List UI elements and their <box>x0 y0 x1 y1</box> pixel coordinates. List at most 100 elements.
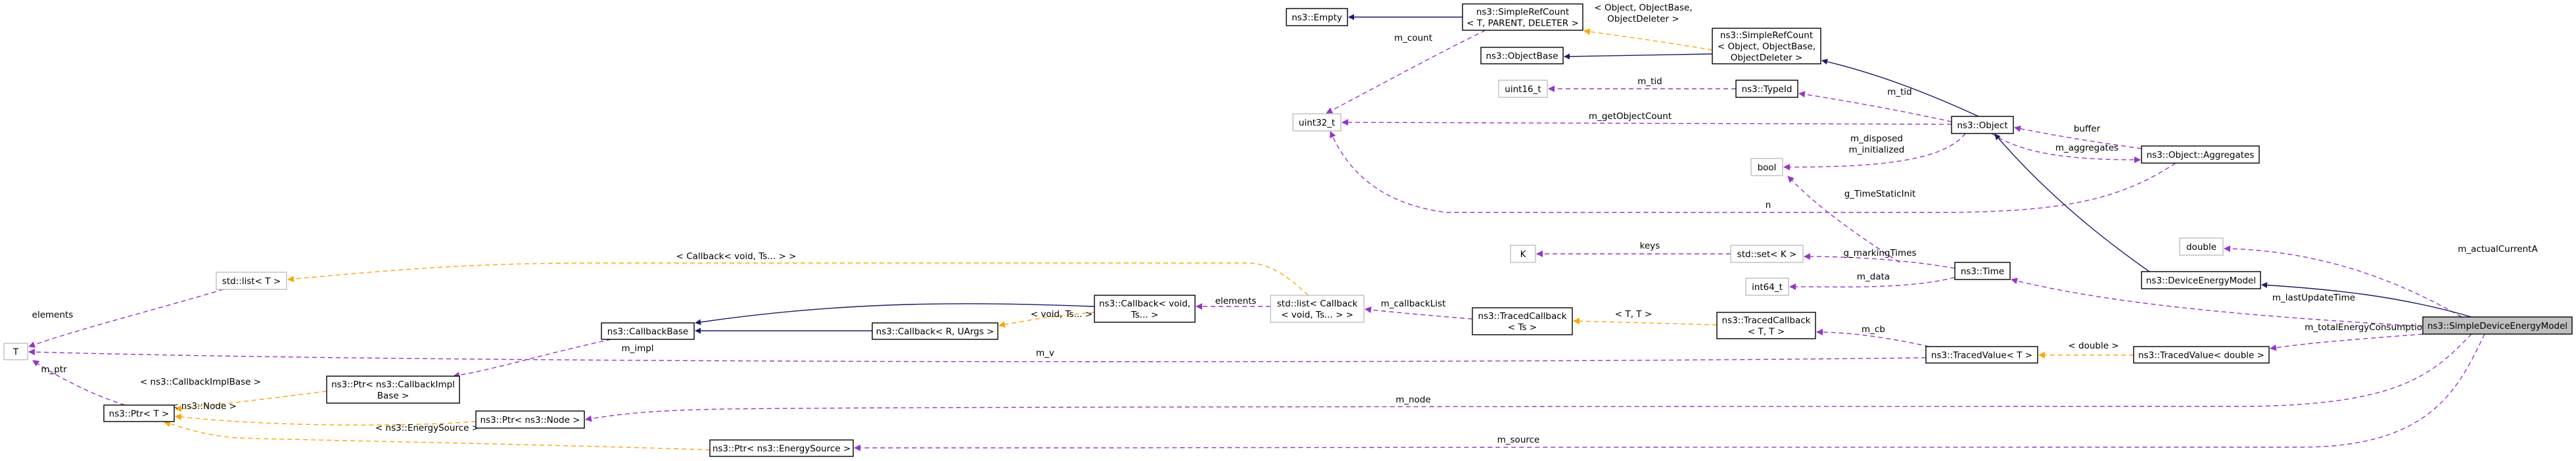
edge-label-line: g_TimeStaticInit <box>1844 189 1916 199</box>
class-node-ns3-simpledeviceenergymodel[interactable]: ns3::SimpleDeviceEnergyModel <box>2422 316 2573 335</box>
edge-label-line: m_source <box>1497 435 1540 445</box>
edge-label: m_lastUpdateTime <box>2272 293 2355 303</box>
class-node-ns3-callback-r-uargs[interactable]: ns3::Callback< R, UArgs > <box>872 322 998 340</box>
edge-label: m_cb <box>1862 324 1885 335</box>
node-label: ns3::DeviceEnergyModel <box>2146 276 2256 286</box>
node-label-line: std::list< Callback <box>1277 299 1358 309</box>
edge-label-line: m_node <box>1395 395 1431 405</box>
class-node-ns3-tracedcallback-t-t[interactable]: ns3::TracedCallback < T, T > <box>1716 312 1816 339</box>
node-label-line: Base > <box>377 391 409 401</box>
edge-label: m_disposed m_initialized <box>1849 133 1905 155</box>
class-node-ns3-callbackbase[interactable]: ns3::CallbackBase <box>601 322 695 340</box>
node-label: uint16_t <box>1505 84 1541 95</box>
class-node-ns3-tracedvalue-t[interactable]: ns3::TracedValue< T > <box>1925 346 2038 364</box>
node-label: bool <box>1758 162 1777 173</box>
edge-label: m_tid <box>1637 76 1662 87</box>
edge-label: m_data <box>1857 272 1890 282</box>
node-label: uint32_t <box>1299 118 1335 128</box>
node-label: ns3::SimpleRefCount < Object, ObjectBase,… <box>1718 30 1815 63</box>
node-label-line: ns3::Empty <box>1292 12 1342 23</box>
edge-label: m_getObjectCount <box>1589 111 1672 122</box>
class-node-ns3-ptr-t[interactable]: ns3::Ptr< T > <box>103 404 175 422</box>
edge-label-line: < Object, ObjectBase, <box>1594 3 1692 13</box>
node-label: std::list< T > <box>222 276 281 287</box>
edge-label-line: m_data <box>1857 272 1890 282</box>
node-label-line: ns3::SimpleRefCount <box>1476 7 1569 17</box>
node-label: ns3::Object::Aggregates <box>2147 150 2255 160</box>
class-node-ns3-deviceenergymodel[interactable]: ns3::DeviceEnergyModel <box>2141 271 2261 289</box>
usage-edge-ns3-simpledeviceenergymodel-to-ns3-tracedvalue-double <box>2270 333 2424 351</box>
class-node-ns3-ptr-ns3-callbackimpl-base[interactable]: ns3::Ptr< ns3::CallbackImpl Base > <box>326 376 460 404</box>
class-node-ns3-callback-void-ts[interactable]: ns3::Callback< void, Ts... > <box>1094 295 1196 323</box>
node-label-line: std::list< T > <box>222 276 281 287</box>
node-label-line: ns3::TypeId <box>1742 84 1792 95</box>
class-node-ns3-tracedvalue-double[interactable]: ns3::TracedValue< double > <box>2133 346 2270 364</box>
edge-label: m_aggregates <box>2055 143 2119 153</box>
class-node-ns3-objectbase[interactable]: ns3::ObjectBase <box>1480 47 1564 64</box>
class-node-ns3-tracedcallback-ts[interactable]: ns3::TracedCallback < Ts > <box>1472 307 1573 335</box>
class-node-ns3-simplerefcount-object-objectbase-objectdeleter[interactable]: ns3::SimpleRefCount < Object, ObjectBase,… <box>1712 28 1821 64</box>
class-node-ns3-simplerefcount-t-parent-deleter[interactable]: ns3::SimpleRefCount < T, PARENT, DELETER … <box>1462 3 1583 31</box>
node-label: ns3::TracedValue< T > <box>1931 350 2032 360</box>
edge-label: n <box>1766 200 1771 210</box>
edge-label: < T, T > <box>1615 309 1652 320</box>
node-label-line: ns3::TracedValue< double > <box>2138 350 2264 360</box>
edge-label-line: g_markingTimes <box>1843 248 1916 258</box>
edge-label: m_ptr <box>41 364 67 375</box>
class-node-ns3-time[interactable]: ns3::Time <box>1954 262 2011 280</box>
node-label: ns3::SimpleRefCount < T, PARENT, DELETER … <box>1466 7 1579 28</box>
class-node-ns3-ptr-ns3-node[interactable]: ns3::Ptr< ns3::Node > <box>475 410 585 429</box>
edge-label-line: ObjectDeleter > <box>1607 14 1679 24</box>
node-label-line: uint32_t <box>1299 118 1335 128</box>
class-node-ns3-object-aggregates[interactable]: ns3::Object::Aggregates <box>2141 145 2260 164</box>
edge-label-line: m_tid <box>1637 76 1662 87</box>
edge-label: m_actualCurrentA <box>2458 244 2538 255</box>
class-node-std-set-k: std::set< K > <box>1730 245 1804 263</box>
node-label-line: ns3::Callback< R, UArgs > <box>876 326 995 337</box>
edge-label-line: m_count <box>1394 33 1432 43</box>
node-label: ns3::Ptr< ns3::Node > <box>480 415 580 425</box>
edge-label: < double > <box>2068 341 2119 351</box>
class-node-ns3-empty[interactable]: ns3::Empty <box>1286 8 1348 26</box>
edge-label: m_node <box>1395 395 1431 405</box>
node-label: double <box>2186 242 2216 253</box>
template-edge-ns3-tracedcallback-t-t-to-ns3-tracedcallback-ts <box>1573 318 1718 326</box>
usage-edge-ns3-tracedcallback-ts-to-std-list-callback-void-ts <box>1365 306 1473 320</box>
edge-label: g_TimeStaticInit <box>1844 189 1916 199</box>
usage-edge-ns3-callbackbase-to-ns3-ptr-ns3-callbackimpl-base <box>453 339 612 379</box>
collaboration-diagram: < Object, ObjectBase, ObjectDeleter >m_co… <box>3 3 2573 457</box>
edge-label-line: < T, T > <box>1615 309 1652 320</box>
node-label-line: ns3::SimpleRefCount <box>1720 30 1813 41</box>
usage-edge-ns3-tracedvalue-t-to-t <box>28 349 1927 362</box>
edge-label-line: < double > <box>2068 341 2119 351</box>
node-label-line: ns3::TracedCallback <box>1478 311 1567 322</box>
class-node-double: double <box>2179 237 2224 256</box>
node-label: ns3::Callback< R, UArgs > <box>876 326 995 337</box>
node-label: T <box>12 347 19 357</box>
class-node-ns3-ptr-ns3-energysource[interactable]: ns3::Ptr< ns3::EnergySource > <box>709 439 854 457</box>
class-node-bool: bool <box>1750 158 1783 176</box>
edge-label-line: m_ptr <box>41 364 67 375</box>
edge-label: < Object, ObjectBase, ObjectDeleter > <box>1594 3 1692 24</box>
edge-label-line: keys <box>1640 241 1660 251</box>
node-label: ns3::SimpleDeviceEnergyModel <box>2427 321 2567 331</box>
edge-label: < ns3::Node > <box>171 401 237 412</box>
edge-label-line: m_totalEnergyConsumption <box>2305 322 2427 333</box>
edge-label-line: m_getObjectCount <box>1589 111 1672 122</box>
class-node-std-list-t: std::list< T > <box>216 272 287 290</box>
template-edge-std-list-callback-void-ts-to-std-list-t <box>287 262 1309 296</box>
node-label: ns3::CallbackBase <box>607 326 688 337</box>
node-label-line: uint16_t <box>1505 84 1541 95</box>
edge-label-line: < ns3::EnergySource > <box>375 423 479 433</box>
class-node-ns3-object[interactable]: ns3::Object <box>1951 116 2014 134</box>
edge-label: m_totalEnergyConsumption <box>2305 322 2427 333</box>
edge-label-line: m_lastUpdateTime <box>2272 293 2355 303</box>
class-node-ns3-typeid[interactable]: ns3::TypeId <box>1735 80 1798 98</box>
node-label-line: double <box>2186 242 2216 253</box>
edge-label-line: m_callbackList <box>1381 299 1446 309</box>
edge-label: < ns3::CallbackImplBase > <box>140 377 261 387</box>
node-label-line: < Ts > <box>1508 322 1537 333</box>
node-label-line: < Object, ObjectBase, <box>1718 41 1815 52</box>
node-label-line: ns3::TracedCallback <box>1722 315 1811 326</box>
edge-label: < void, Ts... > <box>1031 309 1092 320</box>
